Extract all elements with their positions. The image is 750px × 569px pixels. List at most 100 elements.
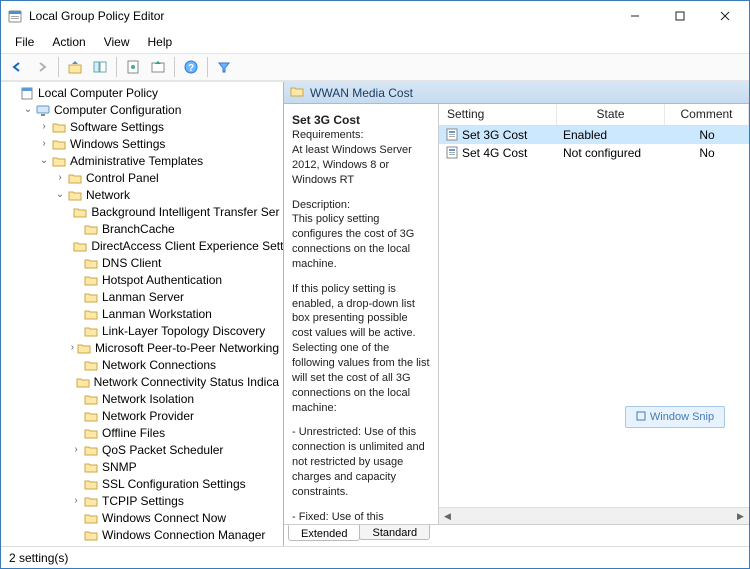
list-row[interactable]: Set 3G Cost Enabled No — [439, 126, 749, 144]
folder-icon — [83, 494, 99, 508]
description-p3: - Unrestricted: Use of this connection i… — [292, 425, 430, 499]
setting-heading: Set 3G Cost — [292, 112, 430, 128]
description-p2: If this policy setting is enabled, a dro… — [292, 282, 430, 416]
tree-win-connect-now[interactable]: ›Windows Connect Now — [1, 509, 283, 526]
tree-net-conn-status[interactable]: ›Network Connectivity Status Indica — [1, 373, 283, 390]
tree-hotspot-auth[interactable]: ›Hotspot Authentication — [1, 271, 283, 288]
status-text: 2 setting(s) — [9, 551, 68, 565]
scroll-left-icon[interactable]: ◀ — [439, 508, 456, 525]
tab-standard[interactable]: Standard — [359, 525, 430, 540]
folder-icon — [83, 511, 99, 525]
description-p1: This policy setting configures the cost … — [292, 212, 430, 271]
tree-wlan-service[interactable]: ⌄WLAN Service — [1, 543, 283, 546]
tree-computer-config[interactable]: ⌄Computer Configuration — [1, 101, 283, 118]
menu-help[interactable]: Help — [140, 33, 181, 51]
scroll-right-icon[interactable]: ▶ — [732, 508, 749, 525]
tabstrip: Extended Standard — [284, 525, 749, 546]
properties-button[interactable] — [121, 55, 145, 79]
description-label: Description: — [292, 198, 430, 213]
list-row[interactable]: Set 4G Cost Not configured No — [439, 144, 749, 162]
right-header: WWAN Media Cost — [284, 82, 749, 104]
tree-branchcache[interactable]: ›BranchCache — [1, 220, 283, 237]
folder-icon — [83, 358, 99, 372]
computer-icon — [35, 103, 51, 117]
tree-lltd[interactable]: ›Link-Layer Topology Discovery — [1, 322, 283, 339]
folder-icon — [83, 409, 99, 423]
back-button[interactable] — [5, 55, 29, 79]
folder-icon — [83, 222, 99, 236]
show-hide-tree-button[interactable] — [88, 55, 112, 79]
folder-icon — [76, 341, 92, 355]
list-rows: Set 3G Cost Enabled No Set 4G Cost Not c… — [439, 126, 749, 507]
window-snip-overlay[interactable]: Window Snip — [625, 406, 725, 428]
folder-icon — [72, 239, 88, 253]
svg-text:?: ? — [188, 63, 194, 74]
folder-icon — [72, 205, 88, 219]
requirements-label: Requirements: — [292, 128, 430, 143]
tree-win-conn-manager[interactable]: ›Windows Connection Manager — [1, 526, 283, 543]
col-state[interactable]: State — [557, 104, 665, 125]
folder-icon — [83, 392, 99, 406]
tree-root[interactable]: ▸Local Computer Policy — [1, 84, 283, 101]
tree-ssl-config[interactable]: ›SSL Configuration Settings — [1, 475, 283, 492]
tree-snmp[interactable]: ›SNMP — [1, 458, 283, 475]
col-setting[interactable]: Setting — [439, 104, 557, 125]
setting-icon — [445, 145, 459, 162]
minimize-button[interactable] — [612, 1, 657, 31]
menu-view[interactable]: View — [96, 33, 138, 51]
description-panel: Set 3G Cost Requirements: At least Windo… — [284, 104, 439, 524]
tree-ms-ptp[interactable]: ›Microsoft Peer-to-Peer Networking — [1, 339, 283, 356]
tree-directaccess[interactable]: ›DirectAccess Client Experience Setti — [1, 237, 283, 254]
description-p4: - Fixed: Use of this connection is not r… — [292, 510, 430, 524]
folder-icon — [83, 477, 99, 491]
folder-icon — [67, 188, 83, 202]
folder-icon — [83, 426, 99, 440]
menu-file[interactable]: File — [7, 33, 42, 51]
export-button[interactable] — [146, 55, 170, 79]
snip-icon — [636, 411, 646, 424]
close-button[interactable] — [702, 1, 747, 31]
right-panel: WWAN Media Cost Set 3G Cost Requirements… — [284, 82, 749, 546]
folder-icon — [51, 137, 67, 151]
folder-icon — [83, 528, 99, 542]
tree-tcpip[interactable]: ›TCPIP Settings — [1, 492, 283, 509]
h-scrollbar[interactable]: ◀ ▶ — [439, 507, 749, 524]
folder-icon — [83, 324, 99, 338]
tree-lanman-server[interactable]: ›Lanman Server — [1, 288, 283, 305]
tree-dns-client[interactable]: ›DNS Client — [1, 254, 283, 271]
tree-windows-settings[interactable]: ›Windows Settings — [1, 135, 283, 152]
list-panel: Setting State Comment Set 3G Cost Enable… — [439, 104, 749, 524]
toolbar: ? — [1, 53, 749, 81]
folder-icon — [75, 375, 91, 389]
tab-extended[interactable]: Extended — [288, 525, 360, 541]
folder-icon — [67, 171, 83, 185]
cell-state: Enabled — [557, 128, 665, 142]
tree-admin-templates[interactable]: ⌄Administrative Templates — [1, 152, 283, 169]
cell-state: Not configured — [557, 146, 665, 160]
folder-icon — [83, 460, 99, 474]
tree-control-panel[interactable]: ›Control Panel — [1, 169, 283, 186]
tree-panel: ▸Local Computer Policy ⌄Computer Configu… — [1, 82, 284, 546]
tree-software-settings[interactable]: ›Software Settings — [1, 118, 283, 135]
tree-network[interactable]: ⌄Network — [1, 186, 283, 203]
tree-net-provider[interactable]: ›Network Provider — [1, 407, 283, 424]
cell-comment: No — [665, 128, 749, 142]
statusbar: 2 setting(s) — [1, 546, 749, 568]
tree-bits[interactable]: ›Background Intelligent Transfer Ser — [1, 203, 283, 220]
tree-body[interactable]: ▸Local Computer Policy ⌄Computer Configu… — [1, 82, 283, 546]
forward-button[interactable] — [30, 55, 54, 79]
up-button[interactable] — [63, 55, 87, 79]
tree-offline-files[interactable]: ›Offline Files — [1, 424, 283, 441]
help-button[interactable]: ? — [179, 55, 203, 79]
maximize-button[interactable] — [657, 1, 702, 31]
window-title: Local Group Policy Editor — [29, 9, 612, 23]
tree-lanman-workstation[interactable]: ›Lanman Workstation — [1, 305, 283, 322]
filter-button[interactable] — [212, 55, 236, 79]
tree-net-isolation[interactable]: ›Network Isolation — [1, 390, 283, 407]
tree-qos[interactable]: ›QoS Packet Scheduler — [1, 441, 283, 458]
panel-title: WWAN Media Cost — [310, 86, 413, 100]
menu-action[interactable]: Action — [44, 33, 93, 51]
col-comment[interactable]: Comment — [665, 104, 749, 125]
folder-icon — [83, 256, 99, 270]
tree-net-connections[interactable]: ›Network Connections — [1, 356, 283, 373]
